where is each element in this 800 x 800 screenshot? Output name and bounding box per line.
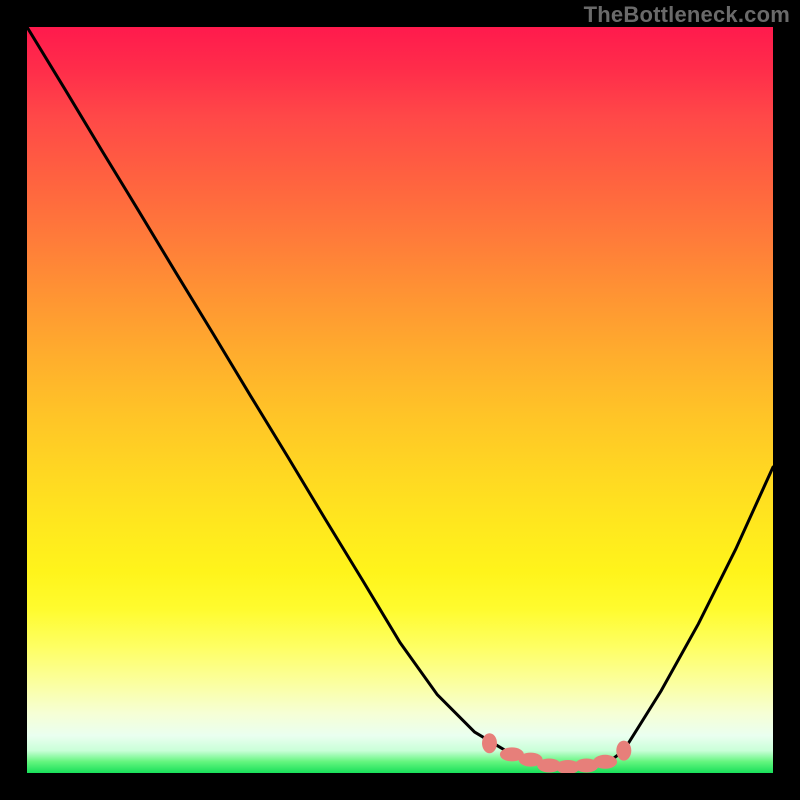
optimal-marker bbox=[593, 755, 617, 769]
optimal-marker bbox=[616, 741, 631, 761]
optimal-marker bbox=[482, 733, 497, 753]
chart-svg bbox=[27, 27, 773, 773]
plot-area bbox=[27, 27, 773, 773]
watermark-text: TheBottleneck.com bbox=[584, 2, 790, 28]
figure-frame: TheBottleneck.com bbox=[0, 0, 800, 800]
optimal-range-markers bbox=[482, 733, 631, 773]
bottleneck-curve bbox=[27, 27, 773, 767]
